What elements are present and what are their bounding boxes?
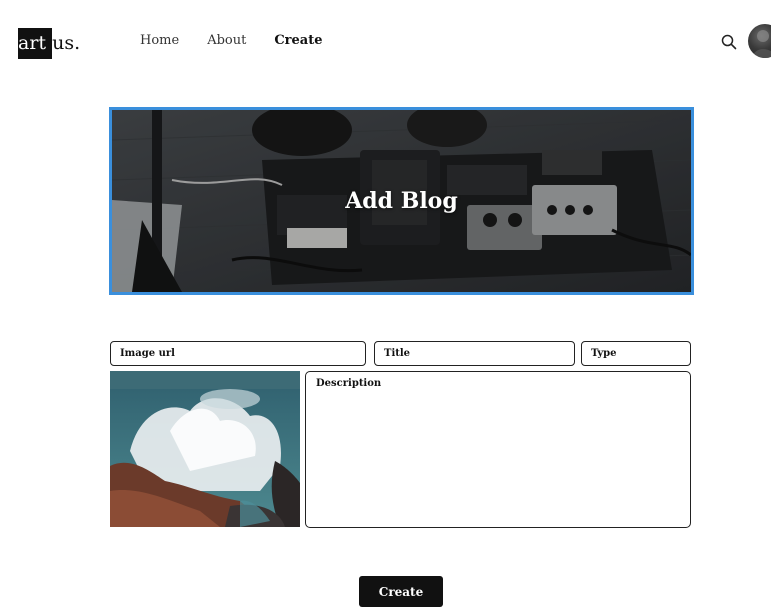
nav-about[interactable]: About	[207, 33, 246, 48]
image-url-input[interactable]	[110, 341, 366, 366]
title-input[interactable]	[374, 341, 575, 366]
logo-highlight: art	[18, 32, 47, 54]
logo-text: ius.	[46, 32, 81, 54]
image-preview	[110, 371, 300, 527]
search-icon[interactable]	[721, 34, 737, 50]
create-button[interactable]: Create	[359, 576, 443, 607]
nav-create[interactable]: Create	[274, 33, 322, 48]
avatar[interactable]	[748, 24, 771, 58]
logo[interactable]: art ius.	[18, 28, 81, 59]
wave-image	[110, 371, 300, 527]
hero-title: Add Blog	[345, 188, 458, 214]
main-nav: Home About Create	[140, 33, 323, 48]
hero-banner: Add Blog	[109, 107, 694, 295]
site-header: art ius. Home About Create	[0, 0, 771, 86]
nav-home[interactable]: Home	[140, 33, 179, 48]
description-textarea[interactable]	[305, 371, 691, 528]
logo-mark: art	[18, 28, 53, 59]
type-input[interactable]	[581, 341, 691, 366]
